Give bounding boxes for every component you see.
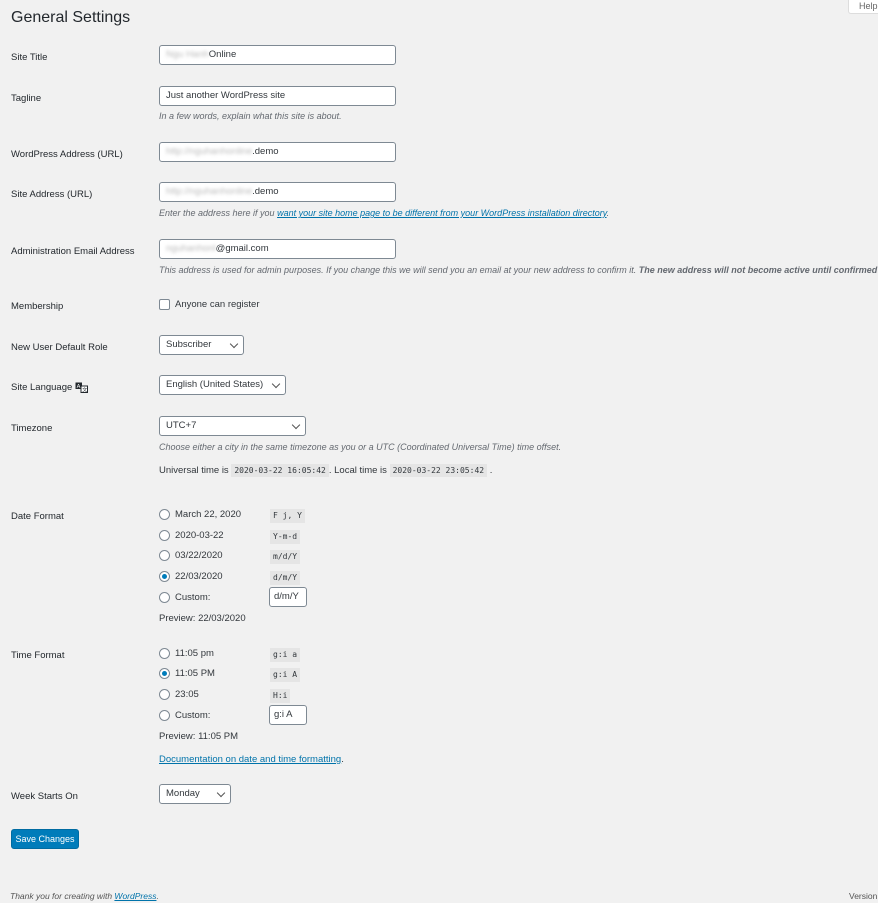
admin-email-input[interactable]: nguhanhonl@gmail.com: [159, 239, 396, 259]
help-tab[interactable]: Help: [848, 0, 878, 14]
universal-time-prefix: Universal time is: [159, 465, 229, 476]
time-format-radio-2[interactable]: [159, 668, 170, 679]
svg-text:A: A: [77, 384, 81, 390]
date-format-radio-3[interactable]: [159, 550, 170, 561]
site-address-suffix: .demo: [252, 186, 279, 197]
site-title-suffix: Online: [208, 49, 237, 60]
time-format-doc-link[interactable]: Documentation on date and time formattin…: [159, 754, 341, 765]
time-format-custom-input[interactable]: g:i A: [269, 705, 307, 725]
time-format-radio-3[interactable]: [159, 689, 170, 700]
site-title-blurred: Ngu Hanh: [166, 49, 209, 60]
date-format-radio-2[interactable]: [159, 530, 170, 541]
wp-address-input[interactable]: http://nguhanhonline.demo: [159, 142, 396, 162]
membership-checkbox-label[interactable]: Anyone can register: [175, 299, 260, 310]
site-address-label: Site Address (URL): [11, 189, 93, 200]
local-time: 2020-03-22 23:05:42: [389, 464, 488, 477]
tagline-label: Tagline: [11, 93, 42, 104]
time-readout: Universal time is 2020-03-22 16:05:42. L…: [159, 464, 493, 477]
date-format-label: Date Format: [11, 511, 64, 522]
tagline-input[interactable]: Just another WordPress site: [159, 86, 396, 106]
date-format-option-label[interactable]: March 22, 2020: [175, 509, 241, 520]
timezone-description: Choose either a city in the same timezon…: [159, 442, 562, 452]
time-format-preview: Preview: 11:05 PM: [159, 731, 239, 742]
time-format-code: g:i a: [270, 648, 301, 662]
admin-email-blurred: nguhanhonl: [166, 243, 216, 254]
save-changes-button[interactable]: Save Changes: [11, 829, 79, 849]
admin-email-label: Administration Email Address: [11, 246, 135, 257]
time-format-option-label[interactable]: 23:05: [175, 689, 199, 700]
admin-email-suffix: @gmail.com: [215, 243, 269, 254]
site-language-value: English (United States): [166, 379, 264, 390]
time-format-code: H:i: [270, 689, 291, 703]
membership-checkbox[interactable]: [159, 299, 170, 310]
site-language-select[interactable]: English (United States): [159, 375, 286, 395]
timezone-select[interactable]: UTC+7: [159, 416, 306, 436]
footer-thanks: Thank you for creating with WordPress.: [10, 891, 159, 901]
week-start-label: Week Starts On: [11, 791, 78, 802]
site-title-input[interactable]: Ngu HanhOnline: [159, 45, 396, 65]
footer-suffix: .: [156, 891, 159, 901]
time-format-doc-suffix: .: [341, 754, 344, 765]
time-format-label: Time Format: [11, 650, 65, 661]
footer-wordpress-link[interactable]: WordPress: [114, 891, 156, 901]
admin-email-desc-bold: The new address will not become active u…: [638, 265, 878, 275]
time-format-option-label[interactable]: 11:05 pm: [175, 648, 214, 659]
week-start-value: Monday: [166, 788, 200, 799]
default-role-value: Subscriber: [166, 339, 212, 350]
site-language-label: Site Language: [11, 382, 73, 393]
date-format-preview: Preview: 22/03/2020: [159, 613, 246, 624]
translation-icon: A 文: [75, 382, 88, 393]
date-format-option-label[interactable]: 03/22/2020: [175, 550, 223, 561]
site-address-blurred: http://nguhanhonline: [166, 186, 253, 197]
site-address-input[interactable]: http://nguhanhonline.demo: [159, 182, 396, 202]
date-format-option-label[interactable]: 2020-03-22: [175, 530, 224, 541]
default-role-select[interactable]: Subscriber: [159, 335, 244, 355]
date-format-code: Y-m-d: [270, 530, 301, 544]
site-title-label: Site Title: [11, 52, 48, 63]
site-address-desc-suffix: .: [606, 208, 610, 218]
footer-prefix: Thank you for creating with: [10, 891, 115, 901]
date-format-option-label[interactable]: 22/03/2020: [175, 571, 223, 582]
time-format-code: g:i A: [270, 668, 301, 682]
default-role-label: New User Default Role: [11, 342, 108, 353]
admin-email-desc-text: This address is used for admin purposes.…: [159, 265, 637, 275]
date-format-radio-4[interactable]: [159, 571, 170, 582]
date-format-radio-1[interactable]: [159, 509, 170, 520]
time-format-doc: Documentation on date and time formattin…: [159, 754, 344, 765]
site-address-desc-link[interactable]: want your site home page to be different…: [277, 208, 606, 218]
timezone-value: UTC+7: [166, 420, 197, 431]
date-format-radio-custom[interactable]: [159, 592, 170, 603]
chevron-down-icon: [271, 379, 281, 389]
admin-email-description: This address is used for admin purposes.…: [159, 265, 878, 275]
date-format-code: d/m/Y: [270, 571, 301, 585]
date-format-code: m/d/Y: [270, 550, 301, 564]
local-time-suffix: .: [489, 465, 493, 476]
wp-address-suffix: .demo: [252, 146, 279, 157]
page-title: General Settings: [11, 9, 131, 26]
date-format-code: F j, Y: [270, 509, 305, 523]
chevron-down-icon: [216, 788, 226, 798]
universal-time: 2020-03-22 16:05:42: [231, 464, 329, 477]
wp-address-blurred: http://nguhanhonline: [166, 146, 253, 157]
week-start-select[interactable]: Monday: [159, 784, 231, 804]
time-format-custom-label[interactable]: Custom:: [175, 710, 210, 721]
svg-text:文: 文: [82, 386, 87, 393]
time-format-option-label[interactable]: 11:05 PM: [175, 668, 215, 679]
time-format-radio-1[interactable]: [159, 648, 170, 659]
chevron-down-icon: [291, 420, 301, 430]
timezone-label: Timezone: [11, 423, 53, 434]
site-address-desc-prefix: Enter the address here if you: [159, 208, 278, 218]
date-format-custom-input[interactable]: d/m/Y: [269, 587, 307, 607]
time-format-radio-custom[interactable]: [159, 710, 170, 721]
wp-address-label: WordPress Address (URL): [11, 149, 123, 160]
site-address-description: Enter the address here if you want your …: [159, 208, 609, 218]
date-format-custom-label[interactable]: Custom:: [175, 592, 210, 603]
tagline-description: In a few words, explain what this site i…: [159, 111, 342, 121]
chevron-down-icon: [229, 339, 239, 349]
membership-label: Membership: [11, 301, 64, 312]
local-time-prefix: . Local time is: [328, 465, 387, 476]
footer-version: Version: [849, 891, 878, 901]
